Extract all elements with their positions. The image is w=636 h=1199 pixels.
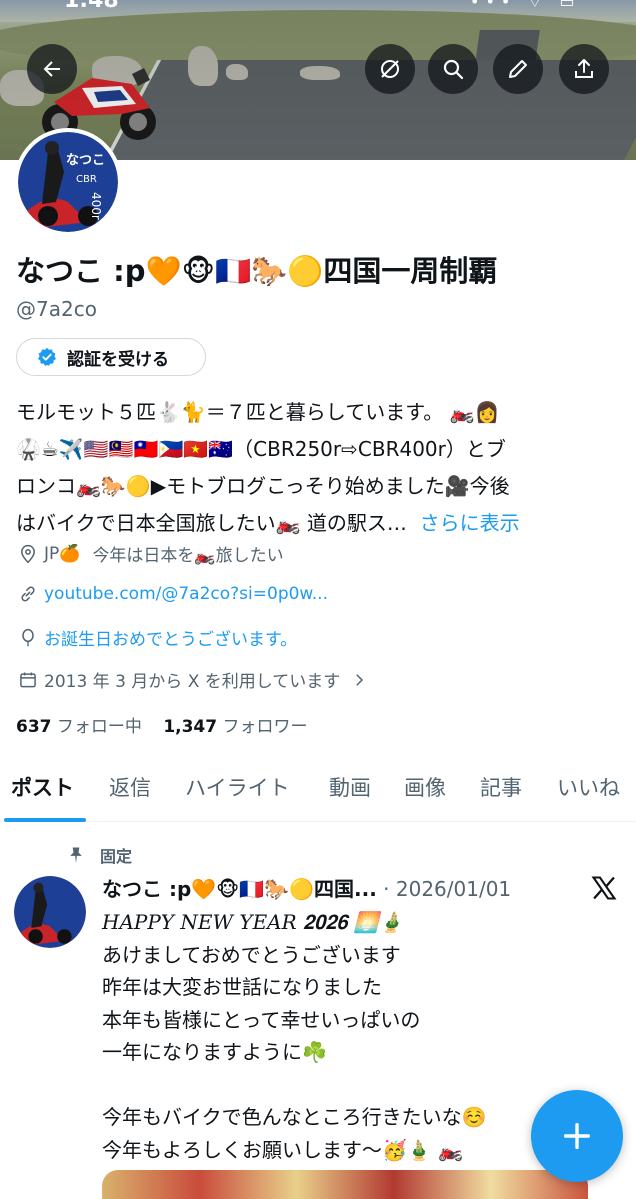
x-logo-icon[interactable] bbox=[590, 874, 618, 902]
following-count: 637 bbox=[16, 717, 52, 737]
edit-button[interactable] bbox=[493, 44, 543, 94]
post-line bbox=[102, 1069, 622, 1102]
profile-tabs: ポスト 返信 ハイライト 動画 画像 記事 いいね bbox=[0, 768, 636, 822]
grok-button[interactable] bbox=[365, 44, 415, 94]
get-verified-label: 認証を受ける bbox=[67, 349, 169, 370]
avatar-image: なつこ CBR 400r bbox=[18, 132, 118, 232]
active-tab-indicator bbox=[4, 818, 86, 822]
user-handle: @7a2co bbox=[16, 297, 97, 321]
post-line: 𝐻𝐴𝑃𝑃𝑌 𝑁𝐸𝑊 𝑌𝐸𝐴𝑅 𝟐𝟎𝟐𝟔 🌅🎍 bbox=[102, 910, 404, 934]
svg-text:400r: 400r bbox=[89, 192, 103, 220]
bio-line: はバイクで日本全国旅したい🏍️ 道の駅ス… さらに表示 bbox=[16, 505, 616, 542]
avatar-image bbox=[14, 876, 86, 948]
pin-icon bbox=[70, 847, 82, 864]
pinned-label: 固定 bbox=[100, 847, 133, 866]
profile-bio: モルモット５匹🐇🐈＝７匹と暮らしています。 🏍️👩 🥋☕✈️🇺🇸🇲🇾🇹🇼🇵🇭🇻🇳… bbox=[16, 394, 616, 542]
get-verified-button[interactable]: 認証を受ける bbox=[16, 338, 206, 376]
status-icons: ••• ⌔ ▭ bbox=[470, 0, 581, 11]
birthday-row: お誕生日おめでとうございます。 bbox=[18, 625, 297, 650]
tab-images[interactable]: 画像 bbox=[404, 772, 446, 802]
joined-row[interactable]: 2013 年 3 月から X を利用しています bbox=[18, 667, 368, 692]
search-icon bbox=[443, 59, 464, 80]
status-time: 1:48 bbox=[64, 0, 119, 13]
post-line: あけましておめでとうございます bbox=[102, 942, 401, 967]
pinned-indicator: 固定 bbox=[66, 843, 132, 867]
back-button[interactable] bbox=[27, 44, 77, 94]
post-author-avatar[interactable] bbox=[14, 876, 86, 948]
tab-highlights[interactable]: ハイライト bbox=[185, 772, 290, 802]
following-label: フォロー中 bbox=[56, 717, 142, 737]
verified-badge-icon bbox=[38, 347, 56, 366]
joined-text: 2013 年 3 月から X を利用しています bbox=[44, 672, 341, 692]
svg-text:CBR: CBR bbox=[76, 174, 97, 185]
tab-articles[interactable]: 記事 bbox=[480, 772, 522, 802]
plus-icon bbox=[563, 1122, 591, 1150]
link-icon bbox=[21, 586, 35, 602]
edit-icon bbox=[509, 60, 527, 78]
share-icon bbox=[575, 59, 593, 78]
location-note: 今年は日本を🏍️旅したい bbox=[92, 546, 284, 566]
bio-line: 🥋☕✈️🇺🇸🇲🇾🇹🇼🇵🇭🇻🇳🇦🇺（CBR250r⇨CBR400r）とブ bbox=[16, 437, 506, 461]
grok-icon bbox=[381, 60, 399, 78]
balloon-icon bbox=[22, 628, 34, 646]
bio-line: モルモット５匹🐇🐈＝７匹と暮らしています。 🏍️👩 bbox=[16, 400, 500, 424]
chevron-right-icon bbox=[356, 673, 364, 686]
share-button[interactable] bbox=[559, 44, 609, 94]
post-header: なつこ :p🧡🐵🇫🇷🐎🟡四国... · 2026/01/01 bbox=[102, 873, 511, 902]
website-link[interactable]: youtube.com/@7a2co?si=0p0w... bbox=[44, 584, 328, 604]
search-button[interactable] bbox=[428, 44, 478, 94]
followers-count: 1,347 bbox=[163, 717, 218, 737]
location-row: JP🍊 今年は日本を🏍️旅したい bbox=[18, 541, 284, 566]
bio-line-text: はバイクで日本全国旅したい🏍️ 道の駅ス… bbox=[16, 511, 407, 535]
display-name: なつこ :p🧡🐵🇫🇷🐎🟡四国一周制覇 bbox=[16, 254, 498, 288]
post-author-name[interactable]: なつこ :p🧡🐵🇫🇷🐎🟡四国... bbox=[102, 877, 377, 901]
show-more-link[interactable]: さらに表示 bbox=[420, 511, 520, 535]
post-media-image[interactable] bbox=[102, 1170, 588, 1199]
tab-replies[interactable]: 返信 bbox=[109, 772, 151, 802]
compose-post-button[interactable] bbox=[531, 1090, 623, 1182]
followers-link[interactable]: 1,347 フォロワー bbox=[163, 717, 307, 737]
location-pin-icon bbox=[20, 544, 36, 563]
location-text: JP🍊 bbox=[44, 543, 81, 564]
tab-videos[interactable]: 動画 bbox=[329, 772, 371, 802]
svg-text:なつこ: なつこ bbox=[66, 153, 105, 168]
following-link[interactable]: 637 フォロー中 bbox=[16, 717, 142, 737]
website-row[interactable]: youtube.com/@7a2co?si=0p0w... bbox=[18, 584, 328, 604]
tab-likes[interactable]: いいね bbox=[557, 772, 620, 802]
profile-avatar[interactable]: なつこ CBR 400r bbox=[14, 128, 122, 236]
post-line: 本年も皆様にとって幸せいっぱいの bbox=[102, 1007, 421, 1032]
birthday-text[interactable]: お誕生日おめでとうございます。 bbox=[44, 625, 297, 650]
post-date[interactable]: · 2026/01/01 bbox=[383, 877, 511, 901]
calendar-icon bbox=[20, 672, 36, 687]
followers-label: フォロワー bbox=[222, 717, 308, 737]
tab-posts[interactable]: ポスト bbox=[11, 772, 74, 802]
post-line: 一年になりますように☘️ bbox=[102, 1040, 327, 1064]
post-line: 昨年は大変お世話になりました bbox=[102, 975, 382, 999]
arrow-left-icon bbox=[43, 61, 60, 77]
bio-line: ロンコ🏍️🐎🟡▶︎モトブログこっそり始めました🎥今後 bbox=[16, 474, 510, 498]
follow-stats: 637 フォロー中 1,347 フォロワー bbox=[16, 712, 308, 737]
